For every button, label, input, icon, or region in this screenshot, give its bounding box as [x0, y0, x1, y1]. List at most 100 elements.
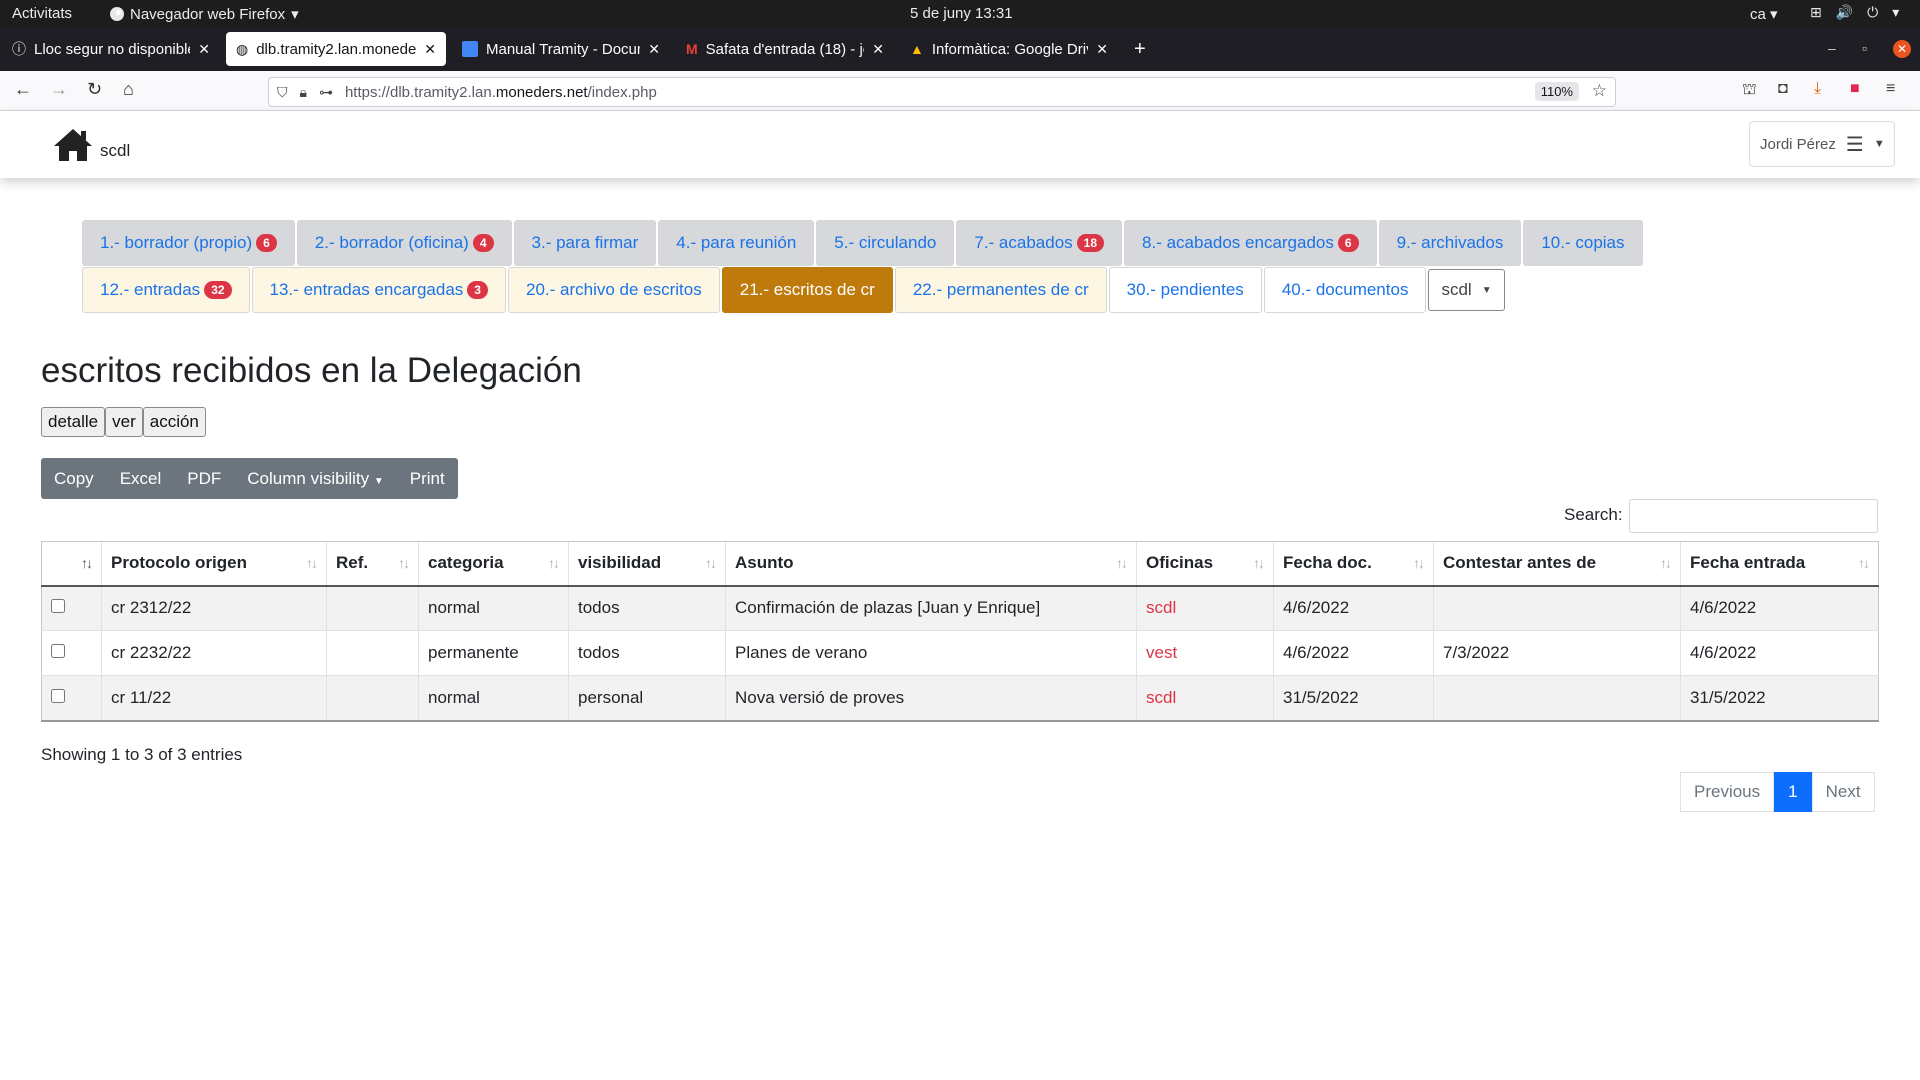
user-menu[interactable]: Jordi Pérez ☰ ▼ — [1749, 121, 1895, 167]
downloads-icon[interactable]: ⤓ — [1814, 80, 1821, 98]
row-checkbox[interactable] — [51, 599, 65, 614]
window-close-button[interactable]: ✕ — [1893, 40, 1911, 58]
column-header-oficinas[interactable]: Oficinas ↑↓ — [1136, 541, 1274, 587]
clock[interactable]: 5 de juny 13:31 — [910, 5, 1013, 22]
sort-icon: ↑↓ — [1413, 555, 1425, 571]
accion-button[interactable]: acción — [142, 407, 206, 437]
menu-icon[interactable]: ≡ — [1886, 80, 1895, 98]
column-header-fecha-doc[interactable]: Fecha doc. ↑↓ — [1273, 541, 1434, 587]
contestar-cell — [1433, 675, 1681, 722]
column-header-categoria[interactable]: categoria ↑↓ — [418, 541, 569, 587]
tab-escritos-de-cr[interactable]: 21.- escritos de cr — [721, 267, 893, 313]
page-1-button[interactable]: 1 — [1774, 772, 1812, 812]
google-drive-icon: ▲ — [910, 41, 924, 57]
hamburger-icon: ☰ — [1845, 133, 1864, 156]
restore-button[interactable]: ▫ — [1862, 40, 1867, 56]
row-select-cell — [41, 630, 102, 676]
excel-button[interactable]: Excel — [107, 469, 175, 489]
previous-page-button[interactable]: Previous — [1680, 772, 1775, 812]
permissions-icon[interactable]: ⊶ — [319, 84, 333, 101]
firefox-icon — [110, 7, 124, 21]
close-icon[interactable]: ✕ — [872, 41, 884, 58]
close-icon[interactable]: ✕ — [198, 41, 210, 58]
column-header-asunto[interactable]: Asunto ↑↓ — [725, 541, 1137, 587]
app-menu[interactable]: Navegador web Firefox ▾ — [110, 5, 299, 23]
tab-archivados[interactable]: 9.- archivados — [1378, 220, 1522, 266]
tab-para-firmar[interactable]: 3.- para firmar — [513, 220, 657, 266]
tab-label: 8.- acabados encargados — [1142, 233, 1334, 252]
shield-icon[interactable]: ⛉ — [277, 84, 288, 101]
tab-gmail[interactable]: M Safata d'entrada (18) - jordi ✕ — [676, 32, 894, 66]
back-button[interactable]: ← — [14, 79, 32, 100]
table-row[interactable]: cr 2312/22 normal todos Confirmación de … — [41, 585, 1879, 631]
tab-para-reunion[interactable]: 4.- para reunión — [658, 220, 815, 266]
column-header-ref[interactable]: Ref. ↑↓ — [326, 541, 419, 587]
tab-pendientes[interactable]: 30.- pendientes — [1108, 267, 1262, 313]
bookmark-star-icon[interactable]: ☆ — [1592, 81, 1607, 101]
row-checkbox[interactable] — [51, 644, 65, 658]
tab-entradas-encargadas[interactable]: 13.- entradas encargadas 3 — [251, 267, 506, 313]
tab-archivo-de-escritos[interactable]: 20.- archivo de escritos — [507, 267, 720, 313]
oficinas-cell: scdl — [1136, 675, 1274, 722]
pocket-icon[interactable]: ◘ — [1778, 80, 1788, 98]
count-badge: 6 — [256, 234, 277, 252]
home-button[interactable]: ⌂ — [123, 79, 134, 100]
tab-label: 40.- documentos — [1281, 280, 1409, 299]
pdf-button[interactable]: PDF — [174, 469, 234, 489]
tab-manual-tramity[interactable]: Manual Tramity - Documentos de Google ✕ — [452, 32, 670, 66]
system-tray[interactable]: ⊞ 🔊 ⏻ ▾ — [1810, 4, 1899, 21]
fecha-doc-cell: 31/5/2022 — [1273, 675, 1434, 722]
detalle-button[interactable]: detalle — [41, 407, 106, 437]
tab-borrador-propio[interactable]: 1.- borrador (propio) 6 — [82, 220, 295, 266]
ver-button[interactable]: ver — [105, 407, 143, 437]
collections-icon[interactable]: ⛫ — [1742, 80, 1757, 100]
new-tab-button[interactable]: + — [1134, 38, 1146, 61]
language-indicator[interactable]: ca ▾ — [1750, 5, 1778, 23]
copy-button[interactable]: Copy — [41, 469, 107, 489]
url-prefix: https://dlb.tramity2.lan. — [344, 83, 496, 101]
tab-circulando[interactable]: 5.- circulando — [816, 220, 955, 266]
office-dropdown[interactable]: scdl ▼ — [1428, 269, 1505, 311]
tab-acabados-encargados[interactable]: 8.- acabados encargados 6 — [1124, 220, 1377, 266]
lock-icon[interactable]: 🔒︎ — [300, 84, 307, 101]
url-suffix: /index.php — [587, 83, 657, 101]
minimize-button[interactable]: – — [1828, 40, 1836, 56]
tab-label: 3.- para firmar — [531, 233, 639, 252]
search-input[interactable] — [1629, 499, 1878, 533]
tab-borrador-oficina[interactable]: 2.- borrador (oficina) 4 — [296, 220, 512, 266]
close-icon[interactable]: ✕ — [424, 41, 436, 58]
close-icon[interactable]: ✕ — [1096, 41, 1108, 58]
tab-acabados[interactable]: 7.- acabados 18 — [956, 220, 1123, 266]
home-icon[interactable] — [53, 128, 93, 162]
tab-copias[interactable]: 10.- copias — [1523, 220, 1643, 266]
column-header-fecha-entrada[interactable]: Fecha entrada ↑↓ — [1680, 541, 1879, 587]
categoria-cell: normal — [418, 675, 569, 722]
tab-permanentes-de-cr[interactable]: 22.- permanentes de cr — [894, 267, 1107, 313]
tab-entradas[interactable]: 12.- entradas 32 — [82, 267, 250, 313]
tab-lloc-segur[interactable]: ⓘ Lloc segur no disponible ✕ — [2, 32, 220, 66]
row-checkbox[interactable] — [51, 688, 65, 703]
table-row[interactable]: cr 11/22 normal personal Nova versió de … — [41, 675, 1879, 722]
next-page-button[interactable]: Next — [1811, 772, 1875, 812]
print-button[interactable]: Print — [397, 469, 458, 489]
tab-google-drive[interactable]: ▲ Informàtica: Google Drive ✕ — [900, 32, 1118, 66]
url-bar[interactable]: ⛉ 🔒︎ ⊶ https://dlb.tramity2.lan.moneders… — [268, 77, 1616, 107]
column-header-contestar[interactable]: Contestar antes de ↑↓ — [1433, 541, 1681, 587]
column-header-select[interactable]: ↑↓ — [41, 541, 102, 587]
brand-label[interactable]: scdl — [100, 141, 130, 161]
table-row[interactable]: cr 2232/22 permanente todos Planes de ve… — [41, 630, 1879, 676]
column-visibility-button[interactable]: Column visibility ▼ — [234, 469, 397, 489]
zoom-level[interactable]: 110% — [1534, 82, 1579, 101]
asunto-cell: Nova versió de proves — [725, 675, 1137, 722]
reload-button[interactable]: ↻ — [87, 79, 102, 100]
tab-tramity[interactable]: ◍ dlb.tramity2.lan.moneders.net ✕ — [226, 32, 446, 66]
entries-table: ↑↓ Protocolo origen ↑↓ Ref. ↑↓ categoria ↑↓… — [41, 541, 1879, 722]
tab-documentos[interactable]: 40.- documentos — [1263, 267, 1427, 313]
column-header-visibilidad[interactable]: visibilidad ↑↓ — [568, 541, 726, 587]
column-header-protocolo[interactable]: Protocolo origen ↑↓ — [101, 541, 327, 587]
extension-icon[interactable]: ■ — [1850, 80, 1860, 98]
close-icon[interactable]: ✕ — [648, 41, 660, 58]
activities-button[interactable]: Activitats — [12, 5, 72, 22]
view-buttons: detalle ver acción — [41, 407, 206, 437]
forward-button[interactable]: → — [50, 79, 68, 100]
